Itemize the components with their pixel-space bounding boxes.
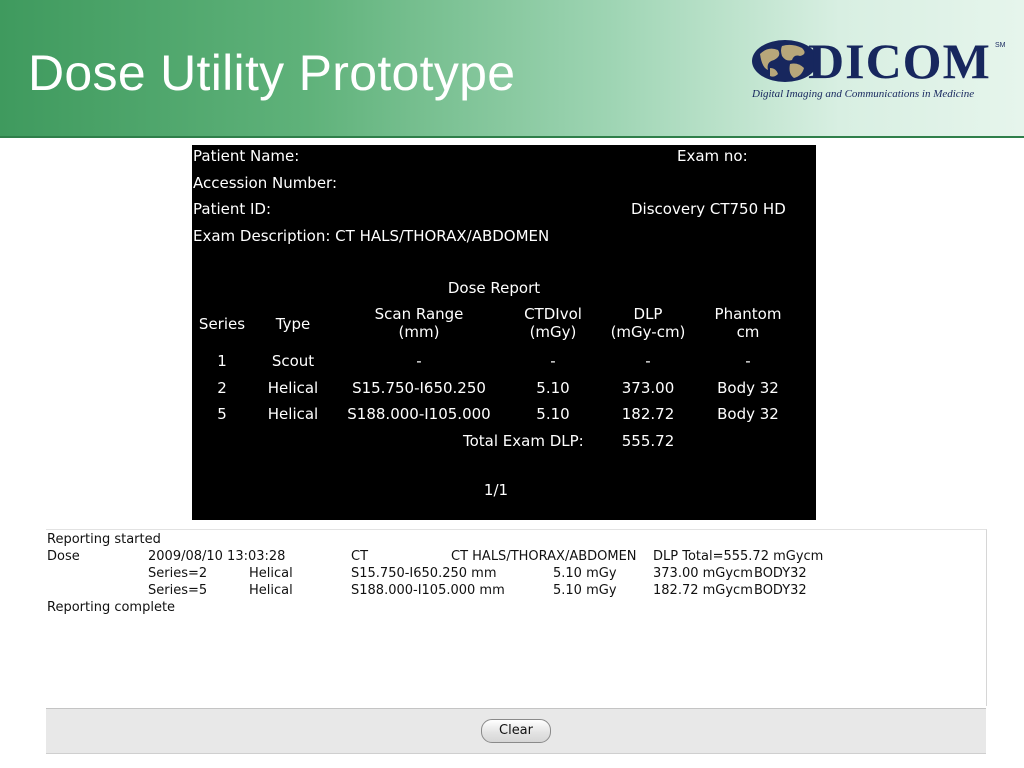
clear-button[interactable]: Clear <box>481 719 551 743</box>
log-dlp-total: DLP Total=555.72 mGycm <box>653 549 824 564</box>
logo-tagline: Digital Imaging and Communications in Me… <box>752 88 975 100</box>
col-dlp-line1: DLP <box>633 305 663 323</box>
log-type: Helical <box>249 566 293 581</box>
col-ctdivol-line2: (mGy) <box>529 323 577 341</box>
col-phantom-line1: Phantom <box>714 305 782 323</box>
col-ctdivol: CTDIvol (mGy) <box>510 305 596 341</box>
log-ctdivol: 5.10 mGy <box>553 566 617 581</box>
col-type: Type <box>275 315 311 333</box>
series-cell: 1 <box>217 352 227 370</box>
report-heading: Dose Report <box>447 279 541 297</box>
col-phantom: Phantom cm <box>700 305 796 341</box>
log-ctdivol: 5.10 mGy <box>553 583 617 598</box>
log-dose-label: Dose <box>47 549 80 564</box>
phantom-cell: Body 32 <box>717 379 779 397</box>
log-dlp: 182.72 mGycm <box>653 583 753 598</box>
col-scan-range-line2: (mm) <box>398 323 440 341</box>
page-indicator: 1/1 <box>483 481 509 499</box>
dicom-logo: DICOM SM Digital Imaging and Communicati… <box>750 33 1010 106</box>
scan-range-cell: S15.750-I650.250 <box>352 379 486 397</box>
col-scan-range-line1: Scan Range <box>374 305 464 323</box>
col-dlp: DLP (mGy-cm) <box>600 305 696 341</box>
log-reporting-started: Reporting started <box>47 532 161 547</box>
log-range: S15.750-I650.250 mm <box>351 566 497 581</box>
log-type: Helical <box>249 583 293 598</box>
type-cell: Helical <box>267 405 319 423</box>
phantom-cell: - <box>745 352 751 370</box>
patient-id-label: Patient ID: <box>193 200 272 218</box>
ctdivol-cell: 5.10 <box>536 405 570 423</box>
series-cell: 2 <box>217 379 227 397</box>
type-cell: Helical <box>267 379 319 397</box>
col-ctdivol-line1: CTDIvol <box>524 305 582 323</box>
service-mark: SM <box>995 42 1006 49</box>
logo-wordmark: DICOM <box>808 33 991 89</box>
log-range: S188.000-I105.000 mm <box>351 583 505 598</box>
log-spacer <box>46 680 987 706</box>
ctdivol-cell: - <box>550 352 556 370</box>
log-description: CT HALS/THORAX/ABDOMEN <box>451 549 637 564</box>
log-phantom: BODY32 <box>754 583 807 598</box>
log-datetime: 2009/08/10 13:03:28 <box>148 549 286 564</box>
log-reporting-complete: Reporting complete <box>47 600 176 615</box>
log-series: Series=2 <box>148 566 208 581</box>
accession-number-label: Accession Number: <box>193 174 338 192</box>
col-dlp-line2: (mGy-cm) <box>610 323 686 341</box>
series-cell: 5 <box>217 405 227 423</box>
scan-range-cell: S188.000-I105.000 <box>347 405 491 423</box>
col-series: Series <box>198 315 246 333</box>
log-dlp: 373.00 mGycm <box>653 566 753 581</box>
title-banner: Dose Utility Prototype DICOM SM Digital … <box>0 0 1024 138</box>
dlp-cell: - <box>645 352 651 370</box>
button-bar: Clear <box>46 708 986 754</box>
log-series: Series=5 <box>148 583 208 598</box>
scanner-model: Discovery CT750 HD <box>631 200 786 218</box>
patient-name-label: Patient Name: <box>193 147 300 165</box>
phantom-cell: Body 32 <box>717 405 779 423</box>
exam-no-label: Exam no: <box>677 147 748 165</box>
log-output[interactable]: Reporting started Dose 2009/08/10 13:03:… <box>46 529 987 680</box>
dlp-cell: 373.00 <box>621 379 675 397</box>
col-phantom-line2: cm <box>736 323 760 341</box>
exam-description: Exam Description: CT HALS/THORAX/ABDOMEN <box>193 227 550 245</box>
dose-report-screen: Patient Name: Exam no: Accession Number:… <box>192 145 816 520</box>
slide-title: Dose Utility Prototype <box>28 45 516 101</box>
scan-range-cell: - <box>416 352 422 370</box>
col-scan-range: Scan Range (mm) <box>332 305 506 341</box>
log-modality: CT <box>351 549 369 564</box>
dlp-cell: 182.72 <box>621 405 675 423</box>
type-cell: Scout <box>271 352 315 370</box>
log-phantom: BODY32 <box>754 566 807 581</box>
total-dlp-label: Total Exam DLP: <box>463 432 584 450</box>
ctdivol-cell: 5.10 <box>536 379 570 397</box>
total-dlp-value: 555.72 <box>621 432 675 450</box>
